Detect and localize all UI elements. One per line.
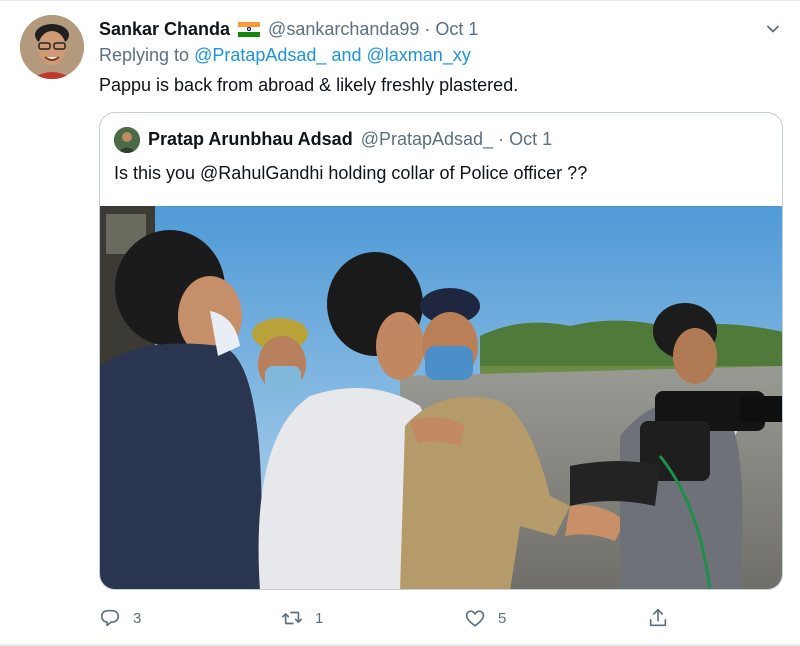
author-avatar[interactable] bbox=[20, 15, 84, 79]
like-count: 5 bbox=[498, 609, 507, 627]
india-flag-icon bbox=[238, 21, 261, 37]
mention-link-1[interactable]: @PratapAdsad_ bbox=[194, 45, 326, 65]
replying-and[interactable]: and bbox=[331, 45, 361, 65]
tweet-card[interactable]: Sankar Chanda @sankarchanda99 · Oct 1 Re… bbox=[0, 0, 800, 646]
tweet-actions: 3 1 5 bbox=[99, 604, 689, 632]
divider bbox=[0, 0, 800, 1]
quoted-header: Pratap Arunbhau Adsad @PratapAdsad_ · Oc… bbox=[148, 129, 552, 150]
tweet-header: Sankar Chanda @sankarchanda99 · Oct 1 bbox=[99, 17, 478, 41]
replying-to: Replying to @PratapAdsad_ and @laxman_xy bbox=[99, 45, 471, 66]
quoted-tweet[interactable]: Pratap Arunbhau Adsad @PratapAdsad_ · Oc… bbox=[99, 112, 783, 590]
author-name[interactable]: Sankar Chanda bbox=[99, 19, 230, 40]
replying-prefix: Replying to bbox=[99, 45, 190, 65]
mention-link-2[interactable]: @laxman_xy bbox=[367, 45, 471, 65]
retweet-icon bbox=[282, 611, 302, 625]
chevron-down-icon[interactable] bbox=[762, 18, 784, 40]
quoted-date[interactable]: Oct 1 bbox=[509, 129, 552, 150]
quoted-author-avatar[interactable] bbox=[114, 127, 140, 153]
retweet-count: 1 bbox=[315, 609, 324, 627]
like-icon bbox=[465, 610, 485, 627]
quoted-video-frame[interactable] bbox=[100, 206, 782, 589]
separator-dot: · bbox=[424, 18, 431, 39]
quoted-author-handle[interactable]: @PratapAdsad_ bbox=[361, 129, 493, 150]
quoted-author-name[interactable]: Pratap Arunbhau Adsad bbox=[148, 129, 353, 150]
share-icon bbox=[649, 608, 667, 627]
quoted-text: Is this you @RahulGandhi holding collar … bbox=[114, 163, 588, 183]
tweet-text: Pappu is back from abroad & likely fresh… bbox=[99, 75, 519, 95]
like-button[interactable]: 5 bbox=[464, 604, 506, 632]
separator-dot: · bbox=[498, 129, 505, 149]
share-button[interactable] bbox=[647, 604, 681, 632]
reply-button[interactable]: 3 bbox=[99, 604, 141, 632]
retweet-button[interactable]: 1 bbox=[281, 604, 323, 632]
reply-count: 3 bbox=[133, 609, 142, 627]
author-handle[interactable]: @sankarchanda99 bbox=[268, 19, 419, 40]
tweet-date[interactable]: Oct 1 bbox=[435, 19, 478, 40]
reply-icon bbox=[100, 609, 120, 627]
